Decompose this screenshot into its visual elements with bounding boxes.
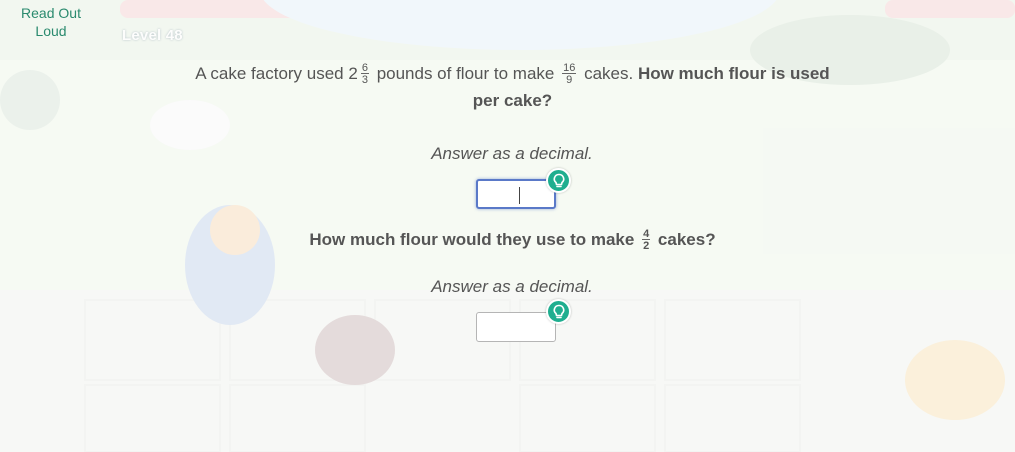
- question-1: A cake factory used 263 pounds of flour …: [180, 60, 845, 114]
- fraction-denominator: 3: [361, 73, 368, 86]
- lightbulb-icon: [553, 173, 565, 188]
- fraction-denominator: 2: [643, 239, 650, 252]
- answer-1-hint: Answer as a decimal.: [431, 144, 593, 163]
- fraction-numerator: 4: [642, 227, 651, 240]
- hint-button-1[interactable]: [546, 168, 571, 193]
- answer-2-input[interactable]: [476, 312, 556, 342]
- question-1-mixed-fraction: 63: [360, 61, 369, 86]
- question-2-fraction: 42: [642, 227, 651, 252]
- question-2: How much flour would they use to make 42…: [200, 226, 825, 253]
- answer-1-input[interactable]: [476, 179, 556, 209]
- level-label: Level 48: [122, 27, 183, 44]
- question-1-text-before: A cake factory used 2: [195, 64, 358, 83]
- hint-button-2[interactable]: [546, 299, 571, 324]
- question-1-fraction: 16 9: [562, 61, 577, 86]
- fraction-denominator: 9: [566, 73, 573, 86]
- fraction-numerator: 16: [562, 61, 577, 74]
- question-2-text-after: cakes?: [657, 230, 716, 249]
- question-1-text-middle: pounds of flour to make: [376, 64, 555, 83]
- read-out-loud-button[interactable]: Read Out Loud: [8, 4, 94, 40]
- fraction-numerator: 6: [360, 61, 369, 74]
- text-cursor: [519, 187, 520, 204]
- question-2-text-before: How much flour would they use to make: [309, 230, 635, 249]
- answer-2-hint: Answer as a decimal.: [431, 277, 593, 296]
- question-1-text-after: cakes.: [584, 64, 634, 83]
- lightbulb-icon: [553, 304, 565, 319]
